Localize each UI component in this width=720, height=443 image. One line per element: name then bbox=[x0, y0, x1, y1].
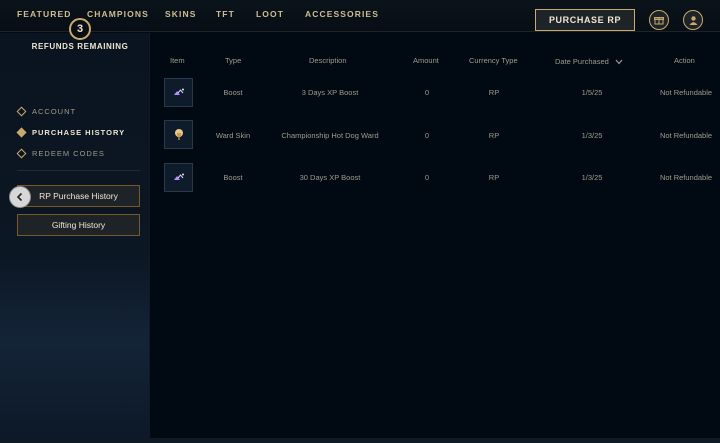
cell-currency: RP bbox=[488, 131, 500, 140]
sidebar-item-label: PURCHASE HISTORY bbox=[32, 127, 126, 137]
diamond-icon bbox=[16, 106, 27, 116]
chevron-left-icon bbox=[16, 192, 23, 202]
ward-skin-icon bbox=[174, 128, 183, 140]
sidebar-item-purchase-history[interactable]: PURCHASE HISTORY bbox=[16, 125, 126, 139]
gift-button[interactable] bbox=[649, 10, 669, 30]
sidebar-divider bbox=[17, 170, 140, 171]
tab-accessories[interactable]: ACCESSORIES bbox=[305, 9, 379, 19]
column-header-date-purchased[interactable]: Date Purchased bbox=[555, 57, 623, 66]
rp-purchase-history-button[interactable]: RP Purchase History bbox=[17, 185, 140, 207]
top-navigation: FEATURED CHAMPIONS SKINS TFT LOOT ACCESS… bbox=[0, 0, 720, 32]
cell-date: 1/5/25 bbox=[581, 88, 603, 97]
sidebar-item-label: REDEEM CODES bbox=[32, 148, 105, 158]
sidebar-item-account[interactable]: ACCOUNT bbox=[16, 104, 77, 118]
back-button[interactable] bbox=[9, 186, 31, 208]
refunds-count-badge: 3 bbox=[69, 18, 91, 40]
cell-action: Not Refundable bbox=[659, 131, 713, 140]
column-header-description: Description bbox=[309, 56, 347, 65]
chevron-down-icon bbox=[615, 59, 623, 65]
tab-tft[interactable]: TFT bbox=[216, 9, 235, 19]
column-header-amount: Amount bbox=[413, 56, 439, 65]
cell-date: 1/3/25 bbox=[581, 131, 603, 140]
profile-button[interactable] bbox=[683, 10, 703, 30]
diamond-icon bbox=[16, 127, 27, 137]
refunds-remaining-label: REFUNDS REMAINING bbox=[31, 42, 129, 51]
column-header-item: Item bbox=[170, 56, 185, 65]
column-header-action: Action bbox=[674, 56, 695, 65]
item-thumbnail bbox=[164, 78, 193, 107]
item-thumbnail bbox=[164, 120, 193, 149]
cell-currency: RP bbox=[488, 173, 500, 182]
sidebar-item-label: ACCOUNT bbox=[32, 106, 77, 116]
cell-type: Boost bbox=[223, 88, 243, 97]
profile-icon bbox=[689, 15, 697, 25]
cell-action: Not Refundable bbox=[659, 88, 713, 97]
tab-loot[interactable]: LOOT bbox=[256, 9, 284, 19]
cell-currency: RP bbox=[488, 88, 500, 97]
cell-type: Ward Skin bbox=[215, 131, 251, 140]
cell-amount: 0 bbox=[424, 173, 430, 182]
gift-icon bbox=[654, 17, 664, 25]
cell-description: 30 Days XP Boost bbox=[299, 173, 361, 182]
cell-action: Not Refundable bbox=[659, 173, 713, 182]
xp-boost-icon bbox=[173, 173, 184, 180]
bottom-edge bbox=[0, 438, 720, 443]
diamond-icon bbox=[16, 148, 27, 158]
tab-skins[interactable]: SKINS bbox=[165, 9, 196, 19]
sidebar-item-redeem-codes[interactable]: REDEEM CODES bbox=[16, 146, 105, 160]
tab-champions[interactable]: CHAMPIONS bbox=[87, 9, 149, 19]
xp-boost-icon bbox=[173, 88, 184, 95]
sidebar bbox=[0, 33, 150, 443]
item-thumbnail bbox=[164, 163, 193, 192]
cell-amount: 0 bbox=[424, 131, 430, 140]
purchase-rp-button[interactable]: PURCHASE RP bbox=[535, 9, 635, 31]
cell-description: 3 Days XP Boost bbox=[301, 88, 359, 97]
column-header-label: Date Purchased bbox=[555, 57, 609, 66]
cell-description: Championship Hot Dog Ward bbox=[281, 131, 379, 140]
column-header-type: Type bbox=[225, 56, 242, 65]
cell-type: Boost bbox=[223, 173, 243, 182]
column-header-currency-type: Currency Type bbox=[469, 56, 518, 65]
cell-date: 1/3/25 bbox=[581, 173, 603, 182]
cell-amount: 0 bbox=[424, 88, 430, 97]
tab-featured[interactable]: FEATURED bbox=[17, 9, 71, 19]
gifting-history-button[interactable]: Gifting History bbox=[17, 214, 140, 236]
